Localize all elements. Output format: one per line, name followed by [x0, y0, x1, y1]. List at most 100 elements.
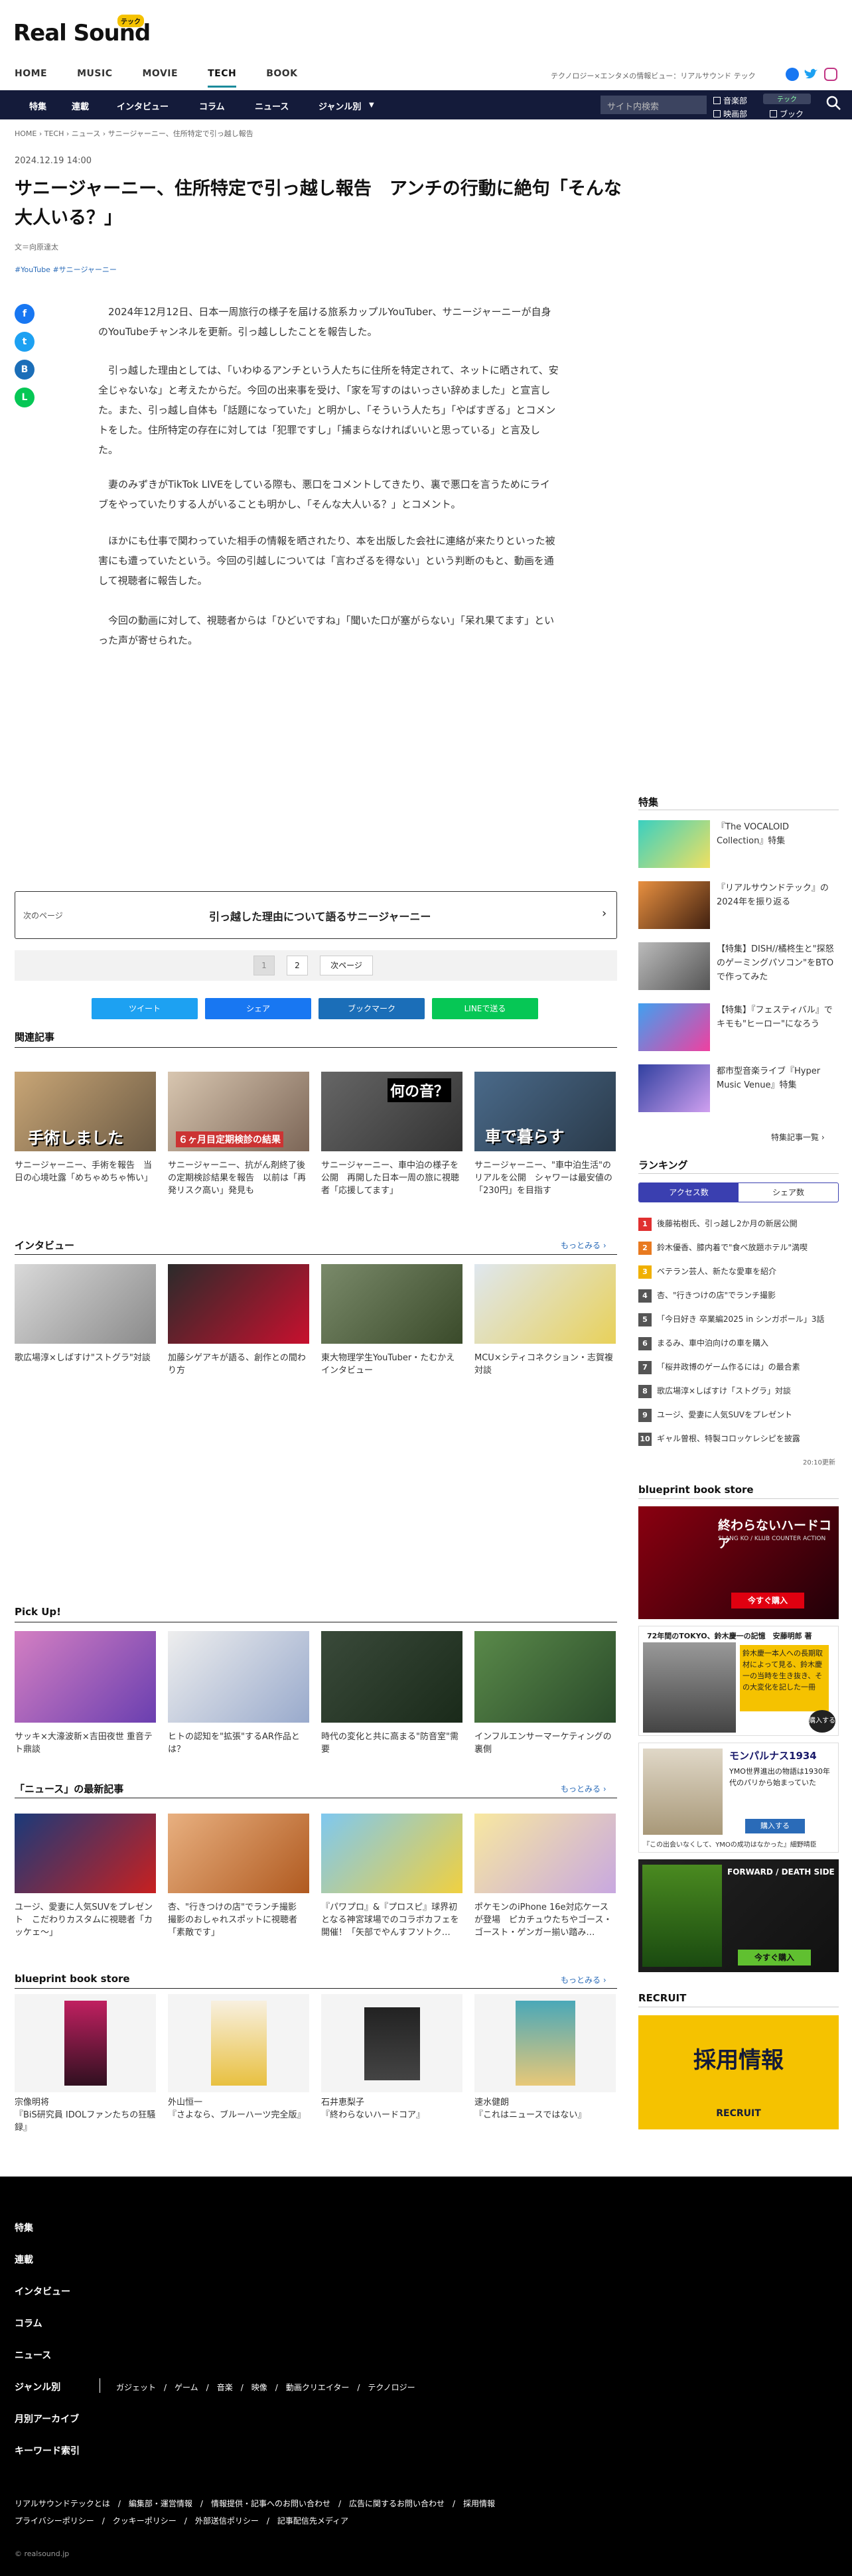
book-card[interactable]: 速水健朗 『これはニュースではない』: [474, 1994, 616, 2121]
footer-item[interactable]: 特集: [15, 2221, 33, 2234]
ranking-item[interactable]: 7 「桜井政博のゲーム作るには」の最合素: [638, 1361, 839, 1374]
pickup-card[interactable]: サッキ×大濠波新×吉田夜世 重音テト鼎談: [15, 1631, 156, 1756]
paragraph: 2024年12月12日、日本一周旅行の様子を届ける旅系カップルYouTuber、…: [98, 306, 551, 338]
breadcrumb[interactable]: HOME › TECH › ニュース › サニージャーニー、住所特定で引っ越し報…: [15, 128, 253, 139]
footer-item[interactable]: コラム: [15, 2317, 42, 2330]
ranking-item[interactable]: 8 歌広場淳×しばすけ「ストグラ」対談: [638, 1385, 839, 1398]
subnav-column[interactable]: コラム: [199, 100, 225, 112]
pickup-card[interactable]: 時代の変化と共に高まる"防音室"需要: [321, 1631, 462, 1756]
tweet-button[interactable]: ツイート: [92, 998, 198, 1019]
rank-number: 6: [638, 1337, 652, 1350]
book-card[interactable]: 宗像明将 『BiS研究員 IDOLファンたちの狂騒録』: [15, 1994, 156, 2134]
page-1[interactable]: 1: [253, 956, 275, 975]
footer-item[interactable]: キーワード索引: [15, 2444, 80, 2457]
instagram-icon[interactable]: [824, 68, 837, 81]
ranking-item[interactable]: 6 まるみ、車中泊向けの車を購入: [638, 1337, 839, 1350]
feature-list-link[interactable]: 特集記事一覧 ›: [771, 1131, 825, 1143]
subnav-news[interactable]: ニュース: [255, 100, 289, 112]
subnav-interview[interactable]: インタビュー: [117, 100, 169, 112]
nav-book[interactable]: BOOK: [266, 68, 297, 88]
footer-item[interactable]: 月別アーカイブ: [15, 2412, 79, 2425]
subnav-rensai[interactable]: 連載: [72, 100, 89, 112]
feature-item[interactable]: 『リアルサウンドテック』の2024年を振り返る: [638, 881, 839, 930]
feature-item[interactable]: 【特集】DISH//橘柊生と"探怒のゲーミングパソコン"をBTOで作ってみた: [638, 942, 839, 991]
latest-card[interactable]: ポケモンのiPhone 16e対応ケースが登場 ピカチュウたちやゴース・ゴースト…: [474, 1814, 616, 1939]
hatena-bookmark-button[interactable]: ブックマーク: [319, 998, 425, 1019]
hatena-share-icon[interactable]: B: [15, 360, 35, 380]
interview-card[interactable]: 東大物理学生YouTuber・たむかえインタビュー: [321, 1264, 462, 1377]
rank-number: 4: [638, 1289, 652, 1303]
nav-tech[interactable]: TECH: [208, 68, 237, 88]
interview-card[interactable]: 加藤シゲアキが語る、創作との間わり方: [168, 1264, 309, 1377]
interview-card[interactable]: 歌広場淳×しばすけ"ストグラ"対談: [15, 1264, 156, 1364]
footer-item[interactable]: ニュース: [15, 2348, 51, 2362]
pickup-card[interactable]: インフルエンサーマーケティングの裏側: [474, 1631, 616, 1756]
ranking-item[interactable]: 3 ベテラン芸人、新たな愛車を紹介: [638, 1265, 839, 1279]
latest-card[interactable]: 『パワプロ』&『プロスピ』球界初となる神宮球場でのコラボカフェを開催！「矢部でや…: [321, 1814, 462, 1939]
paragraph: 今回の動画に対して、視聴者からは「ひどいですね」「聞いた口が塞がらない」「呆れ果…: [98, 614, 555, 646]
search-icon[interactable]: [825, 95, 841, 111]
subnav-genre[interactable]: ジャンル別: [319, 100, 361, 112]
ranking-item[interactable]: 9 ユージ、愛妻に人気SUVをプレゼント: [638, 1409, 839, 1422]
ranking-item[interactable]: 1 後藤祐樹氏、引っ越し2か月の新居公開: [638, 1218, 839, 1231]
bp-ad-2[interactable]: 72年間のTOKYO、鈴木慶一の記憶 安藤明郎 著 鈴木慶一本人への長期取材によ…: [638, 1626, 839, 1736]
tab-share[interactable]: シェア数: [739, 1183, 838, 1202]
bp-ad-3[interactable]: モンパルナス1934 YMO世界進出の物語は1930年代のパリから始まっていた …: [638, 1743, 839, 1853]
blueprint-more-link[interactable]: もっとみる ›: [561, 1974, 606, 1985]
ranking-item[interactable]: 10 ギャル曽根、特製コロッケレシピを披露: [638, 1433, 839, 1446]
article-date: 2024.12.19 14:00: [15, 156, 92, 166]
chevron-down-icon[interactable]: ▼: [369, 102, 374, 109]
ranking-item[interactable]: 4 杏、"行きつけの店"でランチ撮影: [638, 1289, 839, 1303]
recruit-banner[interactable]: 採用情報 RECRUIT: [638, 2015, 839, 2129]
feature-item[interactable]: 『The VOCALOID Collection』特集: [638, 820, 839, 869]
check-movie[interactable]: 映画部: [713, 108, 747, 119]
latest-card[interactable]: 杏、"行きつけの店"でランチ撮影 撮影のおしゃれスポットに視聴者「素敵です」: [168, 1814, 309, 1939]
twitter-icon[interactable]: [804, 68, 819, 81]
search-tech-pill[interactable]: テック: [763, 94, 811, 104]
interview-card[interactable]: MCU×シティコネクション・志賀複対談: [474, 1264, 616, 1377]
search-input[interactable]: サイト内検索: [601, 96, 707, 114]
line-share-icon[interactable]: L: [15, 388, 35, 407]
latest-more-link[interactable]: もっとみる ›: [561, 1783, 606, 1794]
related-card[interactable]: ６ヶ月目定期検診の結果 サニージャーニー、抗がん剤終了後の定期検診結果を報告 以…: [168, 1072, 309, 1197]
nav-movie[interactable]: MOVIE: [143, 68, 178, 88]
facebook-icon[interactable]: [786, 68, 799, 81]
sidebar-blueprint-heading: blueprint book store: [638, 1484, 754, 1496]
rank-title: 杏、"行きつけの店"でランチ撮影: [657, 1291, 776, 1300]
line-send-button[interactable]: LINEで送る: [432, 998, 538, 1019]
tab-access[interactable]: アクセス数: [639, 1183, 739, 1202]
related-card[interactable]: 手術しました サニージャーニー、手術を報告 当日の心境吐露「めちゃめちゃ怖い」: [15, 1072, 156, 1184]
subnav-tokushu[interactable]: 特集: [29, 100, 46, 112]
book-card[interactable]: 外山恒一 『さよなら、ブルーハーツ完全版』: [168, 1994, 309, 2121]
footer-links[interactable]: リアルサウンドテックとは / 編集部・運営情報 / 情報提供・記事へのお問い合わ…: [15, 2498, 495, 2509]
nav-music[interactable]: MUSIC: [77, 68, 112, 88]
bp-ad-4[interactable]: FORWARD / DEATH SIDE 今すぐ購入: [638, 1859, 839, 1972]
related-card[interactable]: 車で暮らす サニージャーニー、"車中泊生活"のリアルを公開 シャワーは最安値の「…: [474, 1072, 616, 1197]
ranking-item[interactable]: 2 鈴木優香、膝内着で"食べ放題ホテル"満喫: [638, 1242, 839, 1255]
book-card[interactable]: 石井恵梨子 『終わらないハードコア』: [321, 1994, 462, 2121]
check-book[interactable]: ブック: [770, 108, 804, 119]
footer-item[interactable]: 連載: [15, 2253, 33, 2266]
feature-item[interactable]: 都市型音楽ライブ『Hyper Music Venue』特集: [638, 1064, 839, 1113]
bp-ad-1[interactable]: 終わらないハードコア SLANG KO / KLUB COUNTER ACTIO…: [638, 1506, 839, 1619]
feature-item[interactable]: 【特集】『フェスティバル』でキモも"ヒーロー"になろう: [638, 1003, 839, 1052]
pickup-card[interactable]: ヒトの認知を"拡張"するAR作品とは？: [168, 1631, 309, 1756]
facebook-share-icon[interactable]: f: [15, 304, 35, 324]
article-tags[interactable]: #YouTube #サニージャーニー: [15, 264, 117, 275]
footer-item[interactable]: ジャンル別: [15, 2380, 60, 2394]
interview-more-link[interactable]: もっとみる ›: [561, 1240, 606, 1251]
related-card[interactable]: 何の音？ サニージャーニー、車中泊の様子を公開 再開した日本一周の旅に視聴者「応…: [321, 1072, 462, 1197]
facebook-share-button[interactable]: シェア: [205, 998, 311, 1019]
page-2[interactable]: 2: [287, 956, 308, 975]
twitter-share-icon[interactable]: t: [15, 332, 35, 352]
footer-links[interactable]: プライバシーポリシー / クッキーポリシー / 外部送信ポリシー / 記事配信先…: [15, 2515, 348, 2526]
next-page-box[interactable]: 次のページ 引っ越した理由について語るサニージャーニー ›: [15, 891, 617, 939]
next-page-button[interactable]: 次ページ: [320, 956, 373, 975]
footer-item[interactable]: インタビュー: [15, 2285, 70, 2298]
footer-genre-links[interactable]: ガジェット / ゲーム / 音楽 / 映像 / 動画クリエイター / テクノロジ…: [116, 2382, 415, 2393]
latest-card[interactable]: ユージ、愛妻に人気SUVをプレゼント こだわりカスタムに視聴者「カッケェ～」: [15, 1814, 156, 1939]
nav-home[interactable]: HOME: [15, 68, 47, 88]
ranking-item[interactable]: 5 「今日好き 卒業編2025 in シンガポール」3話: [638, 1313, 839, 1326]
paragraph: ほかにも仕事で関わっていた相手の情報を晒されたり、本を出版した会社に連絡が来たり…: [98, 535, 555, 587]
check-music[interactable]: 音楽部: [713, 95, 747, 106]
